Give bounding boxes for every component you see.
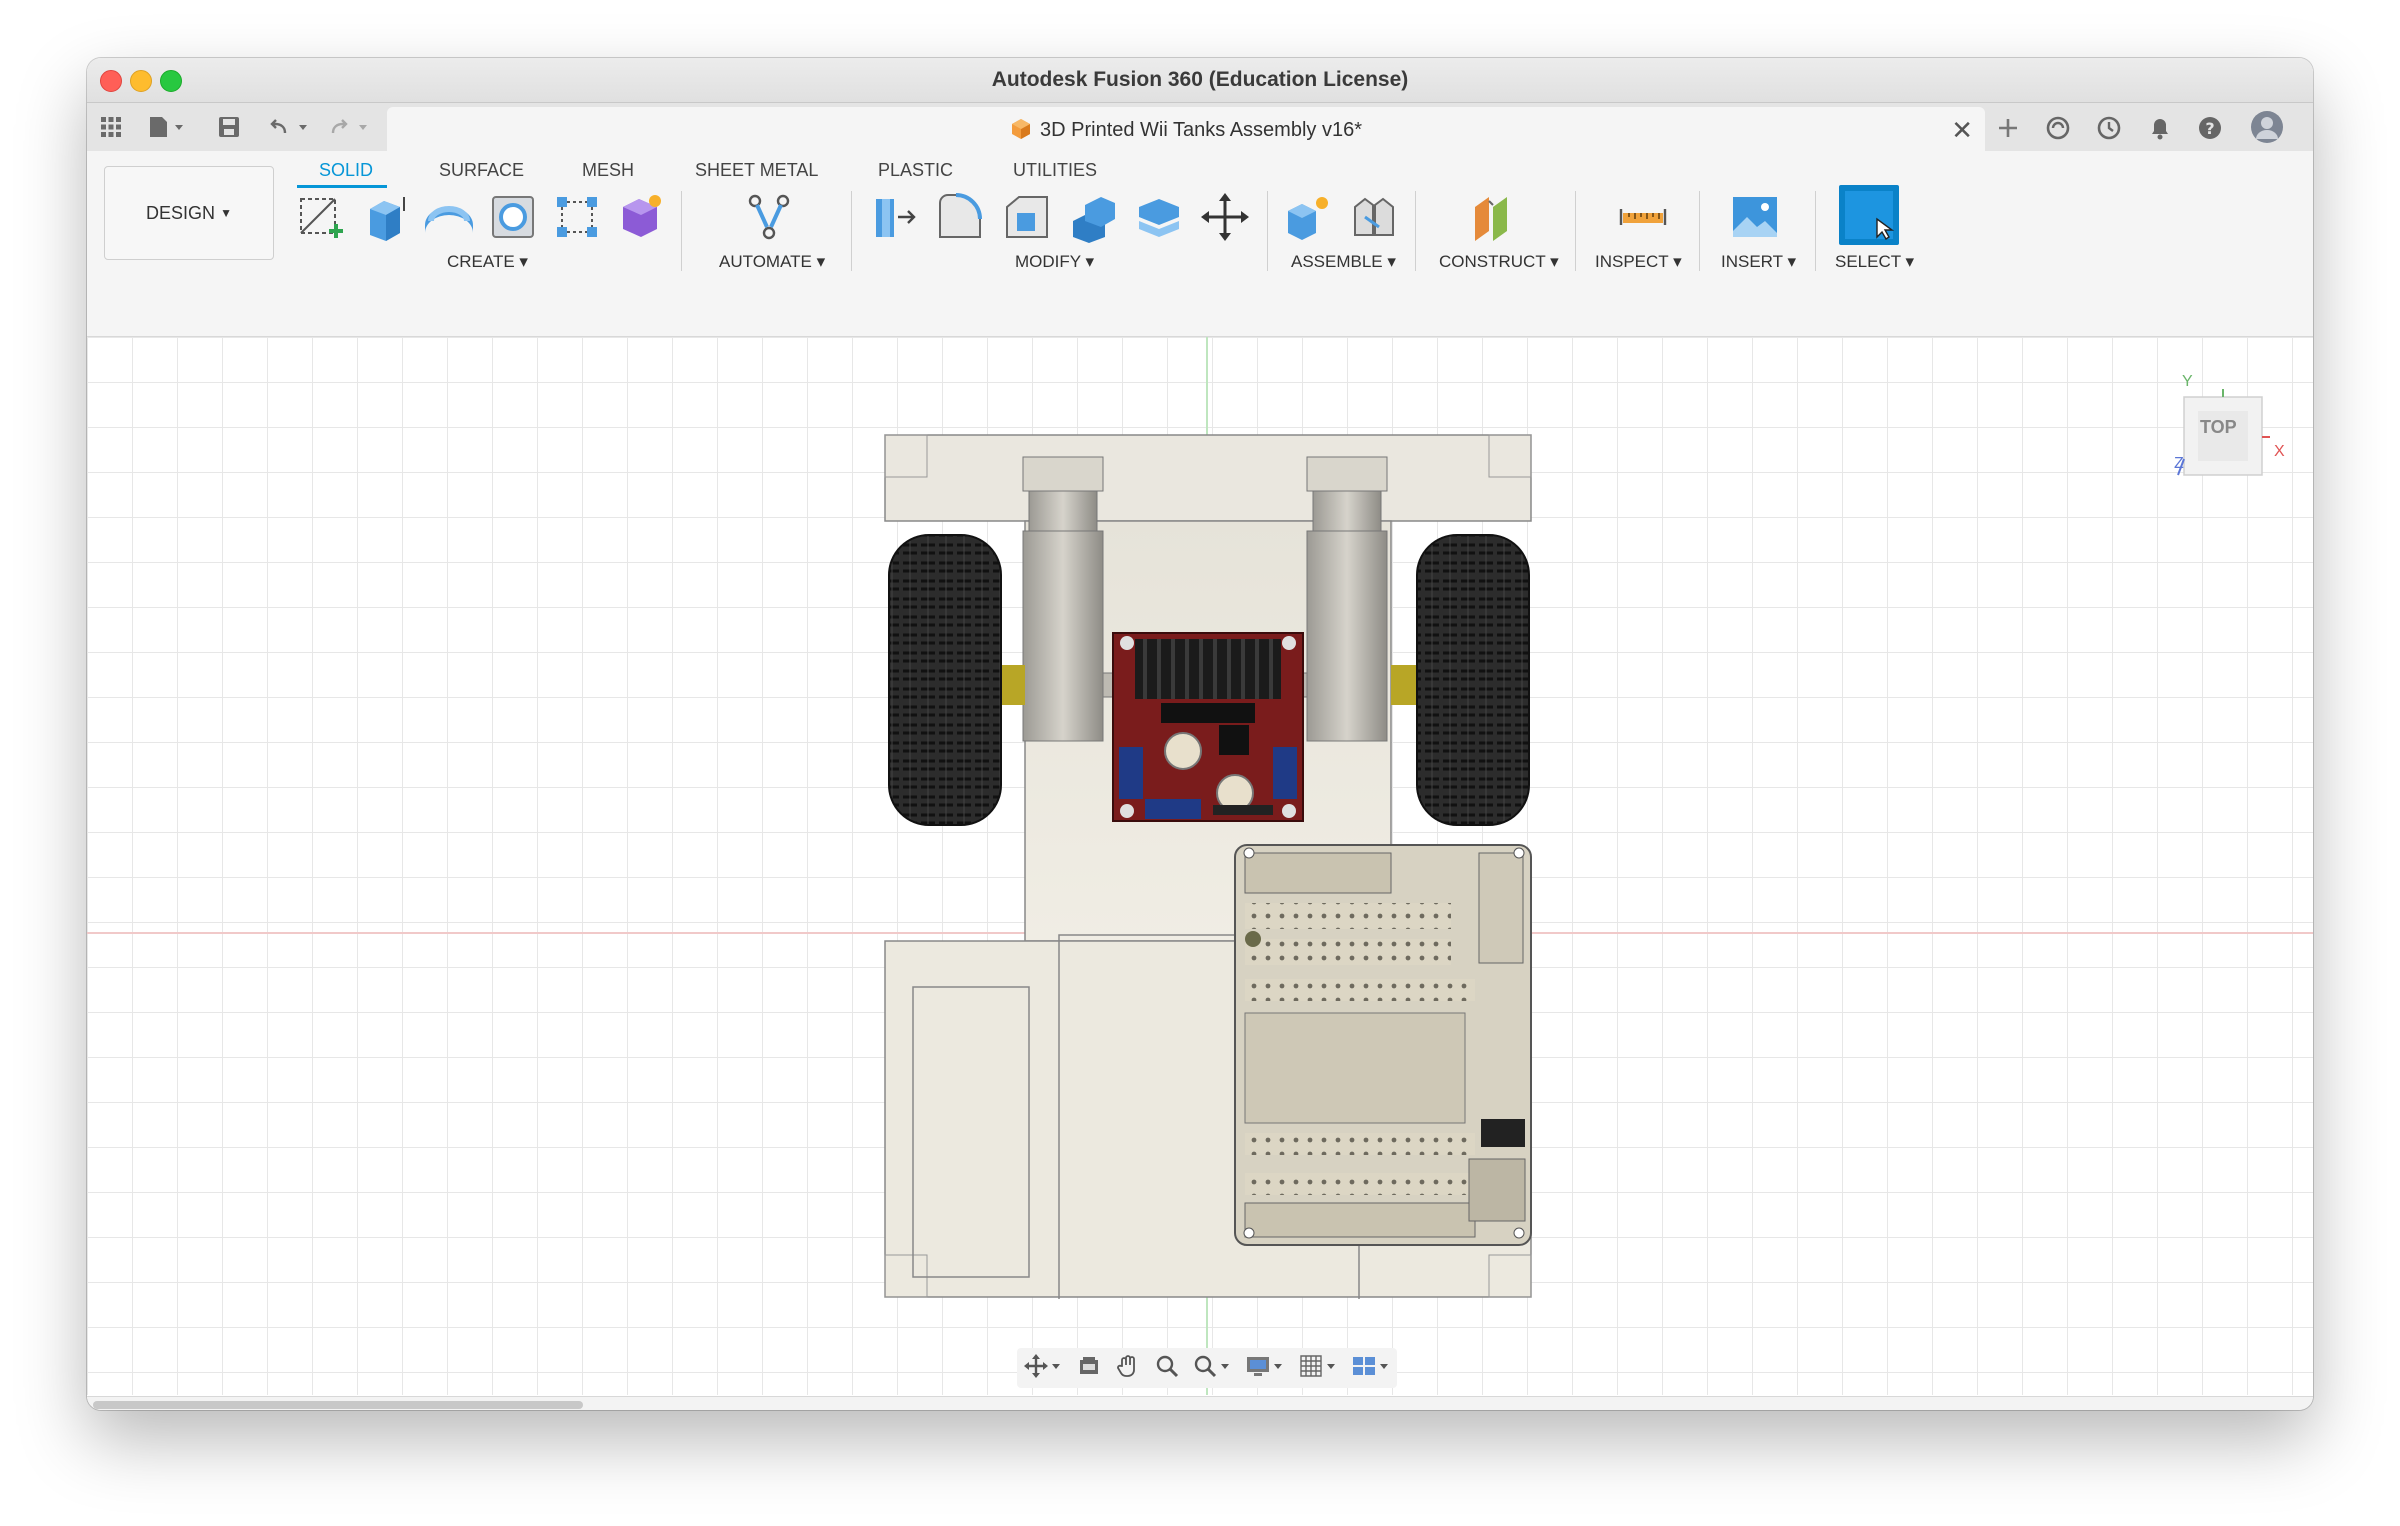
viewcube-face-label: TOP xyxy=(2200,417,2237,437)
inspect-label: INSPECT xyxy=(1595,252,1669,271)
job-status-icon[interactable] xyxy=(2094,113,2124,143)
toolbar-divider xyxy=(1575,191,1576,271)
viewcube[interactable]: TOP Y X Z xyxy=(2174,373,2285,476)
right-wheel xyxy=(1416,534,1530,826)
combine-icon[interactable] xyxy=(1131,189,1187,245)
select-tool-icon[interactable] xyxy=(1839,185,1899,245)
right-motor xyxy=(1306,456,1388,742)
navigation-bar xyxy=(1017,1348,1397,1388)
modify-group-label[interactable]: MODIFY ▾ xyxy=(1015,252,1094,272)
viewcube-z-label: Z xyxy=(2174,455,2184,472)
new-component-icon[interactable] xyxy=(1280,189,1336,245)
orbit-icon[interactable] xyxy=(1024,1353,1062,1383)
assemble-group-label[interactable]: ASSEMBLE ▾ xyxy=(1291,252,1396,272)
tab-utilities[interactable]: UTILITIES xyxy=(1013,160,1097,181)
toolbar-divider xyxy=(851,191,852,271)
app-window: Autodesk Fusion 360 (Education License) … xyxy=(87,58,2313,1410)
extrude-icon[interactable] xyxy=(358,189,414,245)
tab-surface[interactable]: SURFACE xyxy=(439,160,524,181)
tab-plastic[interactable]: PLASTIC xyxy=(878,160,953,181)
revolve-icon[interactable] xyxy=(421,189,477,245)
grid-settings-icon[interactable] xyxy=(1299,1354,1337,1383)
viewcube-y-label: Y xyxy=(2182,373,2193,390)
close-icon[interactable]: ✕ xyxy=(1951,115,1973,146)
look-at-icon[interactable] xyxy=(1077,1354,1101,1383)
data-panel-grid-icon[interactable] xyxy=(99,115,123,139)
zoom-icon[interactable] xyxy=(1155,1354,1179,1383)
new-tab-plus-icon[interactable] xyxy=(1993,113,2023,143)
document-tab[interactable]: 3D Printed Wii Tanks Assembly v16* ✕ xyxy=(387,107,1985,151)
zoom-window-icon[interactable] xyxy=(1193,1354,1231,1383)
measure-icon[interactable] xyxy=(1615,189,1671,245)
pan-hand-icon[interactable] xyxy=(1116,1354,1140,1383)
toolbar-divider xyxy=(1815,191,1816,271)
fillet-icon[interactable] xyxy=(932,189,988,245)
toolbar-divider xyxy=(1267,191,1268,271)
create-group-label[interactable]: CREATE ▾ xyxy=(447,252,528,272)
component-cube-icon xyxy=(1012,119,1030,139)
ribbon-toolbar: DESIGN ▼ SOLID SURFACE MESH SHEET METAL … xyxy=(87,151,2313,337)
help-icon[interactable]: ? xyxy=(2195,113,2225,143)
document-tab-label: 3D Printed Wii Tanks Assembly v16* xyxy=(387,118,1985,142)
user-avatar[interactable] xyxy=(2250,110,2284,144)
file-menu-icon[interactable] xyxy=(147,115,187,139)
motor-driver-board xyxy=(1112,632,1304,822)
tank-assembly-model[interactable] xyxy=(883,433,1533,1299)
construct-group-label[interactable]: CONSTRUCT ▾ xyxy=(1439,252,1559,272)
toolbar-divider xyxy=(681,191,682,271)
save-icon[interactable] xyxy=(217,115,241,139)
hole-icon[interactable] xyxy=(485,189,541,245)
viewports-icon[interactable] xyxy=(1352,1354,1390,1383)
tab-mesh[interactable]: MESH xyxy=(582,160,634,181)
workspace-switcher-button[interactable]: DESIGN ▼ xyxy=(104,166,274,260)
chassis-front-plate xyxy=(884,434,1532,522)
automate-icon[interactable] xyxy=(741,189,797,245)
svg-text:?: ? xyxy=(2205,119,2214,138)
active-tab-indicator xyxy=(297,185,387,188)
select-label: SELECT xyxy=(1835,252,1901,271)
create-label: CREATE xyxy=(447,252,515,271)
timeline xyxy=(87,1396,2313,1410)
construct-label: CONSTRUCT xyxy=(1439,252,1546,271)
insert-image-icon[interactable] xyxy=(1727,189,1783,245)
automate-label: AUTOMATE xyxy=(719,252,812,271)
left-motor xyxy=(1022,456,1104,742)
chamfer-icon[interactable] xyxy=(999,189,1055,245)
undo-icon[interactable] xyxy=(269,115,313,139)
viewcube-x-label: X xyxy=(2274,443,2285,460)
canvas-viewport[interactable]: TOP Y X Z xyxy=(87,337,2313,1395)
modify-label: MODIFY xyxy=(1015,252,1081,271)
redo-icon[interactable] xyxy=(329,115,373,139)
workspace-label: DESIGN xyxy=(146,202,216,223)
toolbar-divider xyxy=(1415,191,1416,271)
left-wheel xyxy=(888,534,1002,826)
tab-bar: 3D Printed Wii Tanks Assembly v16* ✕ ? xyxy=(87,103,2313,151)
caret-down-icon: ▼ xyxy=(220,206,232,220)
display-settings-icon[interactable] xyxy=(1246,1354,1284,1383)
shell-icon[interactable] xyxy=(1065,189,1121,245)
pattern-icon[interactable] xyxy=(549,189,605,245)
inspect-group-label[interactable]: INSPECT ▾ xyxy=(1595,252,1682,272)
assemble-label: ASSEMBLE xyxy=(1291,252,1383,271)
joint-icon[interactable] xyxy=(1345,189,1401,245)
extensions-icon[interactable] xyxy=(2043,113,2073,143)
tab-solid[interactable]: SOLID xyxy=(319,160,373,181)
controller-pcb xyxy=(1234,844,1532,1246)
toolbar-divider xyxy=(1699,191,1700,271)
form-icon[interactable] xyxy=(613,189,669,245)
insert-label: INSERT xyxy=(1721,252,1783,271)
offset-plane-icon[interactable] xyxy=(1465,189,1521,245)
tab-sheet-metal[interactable]: SHEET METAL xyxy=(695,160,818,181)
notifications-bell-icon[interactable] xyxy=(2145,113,2175,143)
window-title: Autodesk Fusion 360 (Education License) xyxy=(991,68,1409,91)
document-title: 3D Printed Wii Tanks Assembly v16* xyxy=(1040,119,1362,141)
timeline-scrollbar[interactable] xyxy=(93,1401,583,1409)
create-sketch-icon[interactable] xyxy=(293,189,349,245)
move-copy-icon[interactable] xyxy=(1197,189,1253,245)
title-bar: Autodesk Fusion 360 (Education License) xyxy=(87,58,2313,103)
automate-group-label[interactable]: AUTOMATE ▾ xyxy=(719,252,825,272)
insert-group-label[interactable]: INSERT ▾ xyxy=(1721,252,1796,272)
press-pull-icon[interactable] xyxy=(866,189,922,245)
select-group-label[interactable]: SELECT ▾ xyxy=(1835,252,1914,272)
